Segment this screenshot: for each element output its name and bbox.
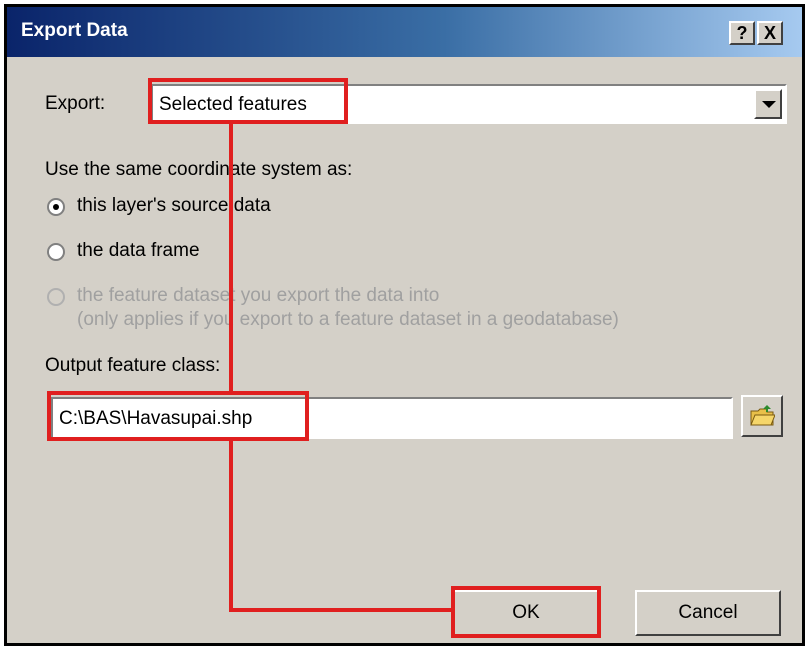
annotation-connector-lines	[229, 124, 451, 612]
export-data-dialog: Export Data ? X Export: Selected feature…	[4, 4, 805, 646]
